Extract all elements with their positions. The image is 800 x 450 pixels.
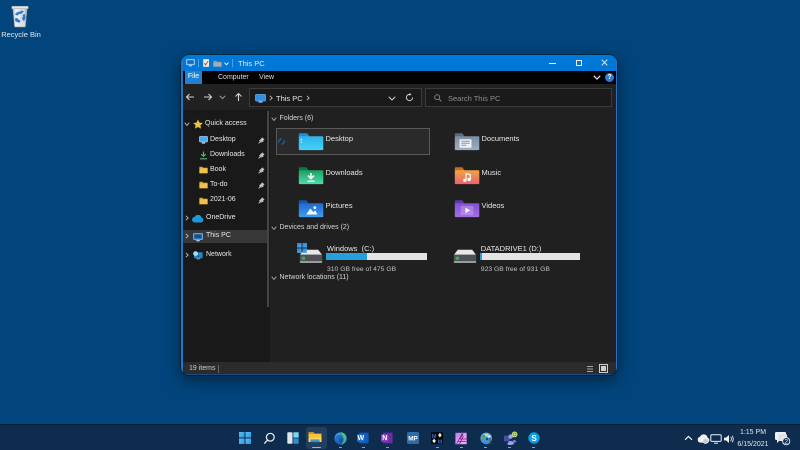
svg-text:W: W: [357, 435, 364, 442]
svg-text:MP: MP: [408, 436, 418, 443]
svg-text:S: S: [531, 433, 537, 443]
svg-text:N: N: [382, 435, 387, 442]
svg-text:2: 2: [784, 439, 788, 446]
svg-text:M: M: [438, 440, 443, 444]
